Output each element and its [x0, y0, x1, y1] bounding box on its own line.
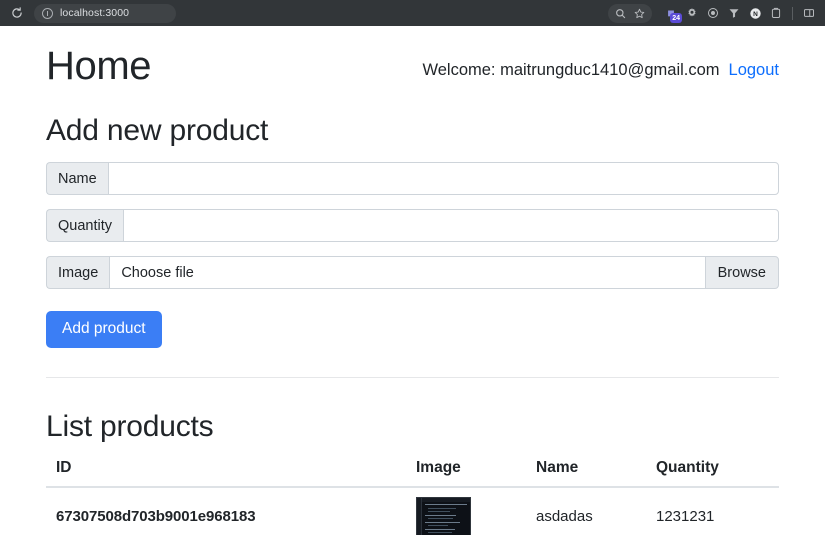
- list-products-section: List products ID Image Name Quantity 673…: [46, 410, 779, 535]
- record-circle-icon[interactable]: [703, 3, 723, 23]
- browser-toolbar: localhost:3000 ■ 24: [0, 0, 825, 26]
- cell-quantity: 1231231: [646, 486, 779, 535]
- add-product-section: Add new product Name Quantity Image Choo…: [46, 114, 779, 378]
- address-bar-url: localhost:3000: [60, 7, 130, 19]
- notion-icon[interactable]: N: [745, 3, 765, 23]
- column-header-name: Name: [526, 458, 646, 488]
- column-header-id: ID: [46, 458, 406, 488]
- omnibox-actions: [608, 3, 652, 23]
- search-icon[interactable]: [611, 5, 630, 22]
- browse-button[interactable]: Browse: [704, 256, 779, 289]
- image-label: Image: [46, 256, 110, 289]
- add-product-title: Add new product: [46, 114, 269, 147]
- logout-link[interactable]: Logout: [729, 61, 779, 80]
- file-input-text: Choose file: [121, 264, 194, 281]
- name-input[interactable]: [107, 162, 779, 195]
- star-icon[interactable]: [630, 5, 649, 22]
- clipboard-icon[interactable]: [766, 3, 786, 23]
- column-header-image: Image: [406, 458, 526, 488]
- cell-image: [406, 486, 526, 535]
- extensions-icon[interactable]: ■ 24: [661, 3, 682, 23]
- cell-id: 67307508d703b9001e968183: [46, 486, 406, 535]
- name-label: Name: [46, 162, 108, 195]
- table-header-row: ID Image Name Quantity: [46, 458, 779, 488]
- browser-toolbar-right: ■ 24 N: [608, 0, 819, 26]
- toolbar-divider: [792, 6, 793, 20]
- quantity-label: Quantity: [46, 209, 123, 242]
- reload-icon[interactable]: [6, 3, 28, 23]
- column-header-quantity: Quantity: [646, 458, 779, 488]
- product-thumbnail[interactable]: [416, 496, 471, 535]
- products-table-body: 67307508d703b9001e968183 asdadas 1231231: [46, 486, 779, 535]
- products-table: ID Image Name Quantity 67307508d703b9001…: [46, 458, 779, 535]
- gear-icon[interactable]: [682, 3, 702, 23]
- funnel-icon[interactable]: [724, 3, 744, 23]
- browser-toolbar-left: localhost:3000: [6, 3, 176, 23]
- welcome-message: Welcome: maitrungduc1410@gmail.com: [422, 61, 720, 79]
- page-content: Home Welcome: maitrungduc1410@gmail.com …: [0, 26, 825, 535]
- add-product-button[interactable]: Add product: [46, 311, 162, 348]
- svg-text:N: N: [753, 11, 758, 18]
- page-header: Home Welcome: maitrungduc1410@gmail.com …: [46, 26, 779, 88]
- list-products-title: List products: [46, 409, 214, 443]
- split-view-icon[interactable]: [799, 3, 819, 23]
- extensions-badge-count: 24: [670, 13, 682, 23]
- file-input[interactable]: Choose file: [109, 256, 705, 289]
- name-input-group: Name: [46, 162, 779, 195]
- site-info-icon[interactable]: [42, 7, 53, 19]
- cell-name: asdadas: [526, 486, 646, 535]
- address-bar[interactable]: localhost:3000: [34, 3, 176, 23]
- products-table-head: ID Image Name Quantity: [46, 458, 779, 488]
- section-divider: [46, 376, 779, 378]
- quantity-input-group: Quantity: [46, 209, 779, 242]
- user-session-area: Welcome: maitrungduc1410@gmail.com Logou…: [422, 61, 779, 88]
- image-input-group: Image Choose file Browse: [46, 256, 779, 289]
- quantity-input[interactable]: [123, 209, 779, 242]
- table-row: 67307508d703b9001e968183 asdadas 1231231: [46, 486, 779, 535]
- page-title: Home: [46, 44, 152, 88]
